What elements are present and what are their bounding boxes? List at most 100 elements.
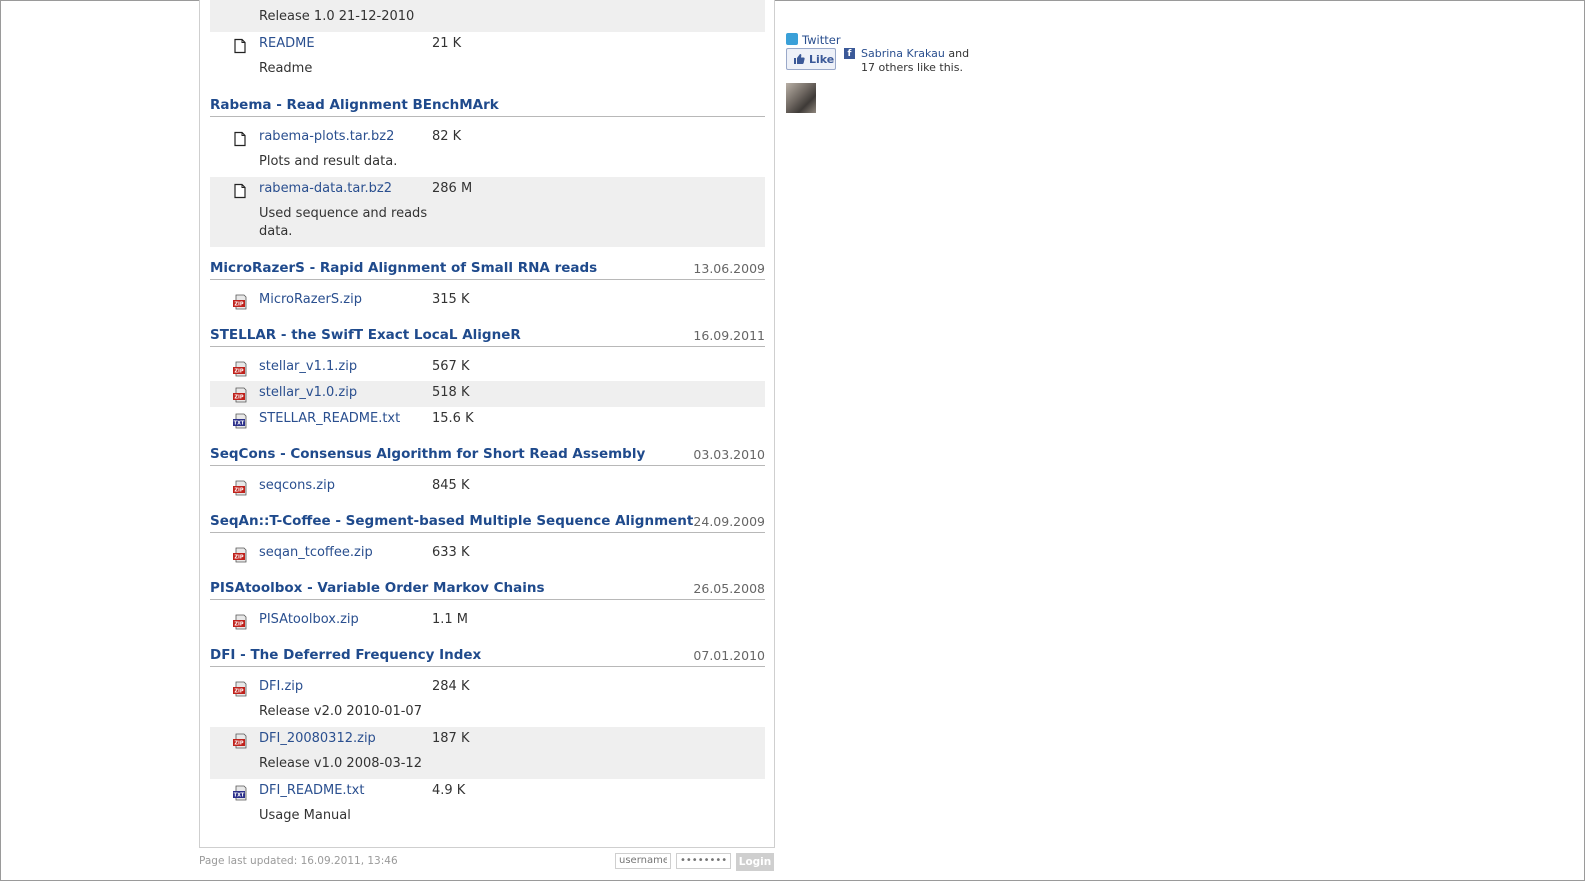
file-download-link[interactable]: rabema-data.tar.bz2 xyxy=(259,181,392,196)
section-header: DFI - The Deferred Frequency Index 07.01.… xyxy=(210,634,765,667)
svg-text:ZIP: ZIP xyxy=(234,302,243,308)
file-row: ZIP PISAtoolbox.zip 1.1 M xyxy=(210,608,765,634)
svg-text:ZIP: ZIP xyxy=(234,369,243,375)
file-download-link[interactable]: DFI.zip xyxy=(259,679,303,694)
file-row: ZIP seqcons.zip 845 K xyxy=(210,474,765,500)
file-size: 82 K xyxy=(432,129,462,144)
section-header: PISAtoolbox - Variable Order Markov Chai… xyxy=(210,567,765,600)
file-download-link[interactable]: stellar_v1.0.zip xyxy=(259,385,357,400)
svg-text:ZIP: ZIP xyxy=(234,488,243,494)
file-size: 187 K xyxy=(432,731,470,746)
file-download-link[interactable]: DFI_20080312.zip xyxy=(259,731,376,746)
file-description: Release 1.0 21-12-2010 xyxy=(259,9,415,24)
downloads-list: Release 1.0 21-12-2010 README 21 K Readme Ra… xyxy=(210,0,765,831)
file-line: ZIP DFI_20080312.zip 187 K xyxy=(210,727,765,753)
file-description: Release v1.0 2008-03-12 xyxy=(259,756,422,771)
section-title[interactable]: PISAtoolbox - Variable Order Markov Chai… xyxy=(210,580,545,596)
facebook-icon: f xyxy=(844,48,855,59)
file-download-link[interactable]: seqcons.zip xyxy=(259,478,335,493)
file-line: ZIP DFI.zip 284 K xyxy=(210,675,765,701)
file-size: 633 K xyxy=(432,545,470,560)
username-input[interactable] xyxy=(615,853,671,869)
thumbs-up-icon xyxy=(794,54,805,64)
svg-text:TXT: TXT xyxy=(234,793,245,799)
zip-icon: ZIP xyxy=(233,681,247,697)
section-header: SeqAn::T-Coffee - Segment-based Multiple… xyxy=(210,500,765,533)
file-line: ZIP seqcons.zip 845 K xyxy=(210,474,765,500)
file-row: ZIP seqan_tcoffee.zip 633 K xyxy=(210,541,765,567)
file-size: 286 M xyxy=(432,181,473,196)
section-header: STELLAR - the SwifT Exact LocaL AligneR 1… xyxy=(210,314,765,347)
zip-icon: ZIP xyxy=(233,361,247,377)
file-row: rabema-plots.tar.bz2 82 K Plots and result… xyxy=(210,125,765,177)
file-description: Used sequence and reads data. xyxy=(259,206,428,239)
file-download-link[interactable]: rabema-plots.tar.bz2 xyxy=(259,129,394,144)
facebook-like-text: Sabrina Krakau and 17 others like this. xyxy=(861,47,991,75)
svg-text:TXT: TXT xyxy=(234,421,245,427)
file-icon xyxy=(234,183,246,199)
file-download-link[interactable]: DFI_README.txt xyxy=(259,783,364,798)
file-size: 4.9 K xyxy=(432,783,466,798)
section-title[interactable]: DFI - The Deferred Frequency Index xyxy=(210,647,481,663)
file-size: 845 K xyxy=(432,478,470,493)
file-size: 15.6 K xyxy=(432,411,474,426)
svg-text:ZIP: ZIP xyxy=(234,689,243,695)
section-title[interactable]: STELLAR - the SwifT Exact LocaL AligneR xyxy=(210,327,521,343)
section-date: 03.03.2010 xyxy=(693,447,765,462)
file-download-link[interactable]: PISAtoolbox.zip xyxy=(259,612,359,627)
section-date: 26.05.2008 xyxy=(693,581,765,596)
facebook-like-button[interactable]: Like xyxy=(786,48,836,70)
file-row: ZIP MicroRazerS.zip 315 K xyxy=(210,288,765,314)
file-description: Release v2.0 2010-01-07 xyxy=(259,704,422,719)
svg-text:ZIP: ZIP xyxy=(234,395,243,401)
txt-icon: TXT xyxy=(233,785,247,801)
file-row: Release 1.0 21-12-2010 xyxy=(210,0,765,32)
file-size: 315 K xyxy=(432,292,470,307)
file-description: Readme xyxy=(259,61,313,76)
twitter-link[interactable]: Twitter xyxy=(802,33,841,47)
file-row: ZIP DFI.zip 284 K Release v2.0 2010-01-07 xyxy=(210,675,765,727)
file-download-link[interactable]: MicroRazerS.zip xyxy=(259,292,362,307)
facebook-friend-link[interactable]: Sabrina Krakau xyxy=(861,47,945,60)
password-input[interactable] xyxy=(676,853,731,869)
txt-icon: TXT xyxy=(233,413,247,429)
file-line: ZIP seqan_tcoffee.zip 633 K xyxy=(210,541,765,567)
file-line: TXT DFI_README.txt 4.9 K xyxy=(210,779,765,805)
section-date: 13.06.2009 xyxy=(693,261,765,276)
zip-icon: ZIP xyxy=(233,387,247,403)
file-description: Usage Manual xyxy=(259,808,351,823)
downloads-content-box: Release 1.0 21-12-2010 README 21 K Readme Ra… xyxy=(199,0,775,848)
file-line: ZIP PISAtoolbox.zip 1.1 M xyxy=(210,608,765,634)
file-line: rabema-plots.tar.bz2 82 K xyxy=(210,125,765,151)
section-title[interactable]: SeqCons - Consensus Algorithm for Short … xyxy=(210,446,645,462)
file-row: rabema-data.tar.bz2 286 M Used sequence an… xyxy=(210,177,765,247)
section-title[interactable]: SeqAn::T-Coffee - Segment-based Multiple… xyxy=(210,513,693,529)
login-button[interactable]: Login xyxy=(736,853,774,871)
zip-icon: ZIP xyxy=(233,614,247,630)
facebook-and-text: and xyxy=(944,47,970,60)
file-row: ZIP stellar_v1.0.zip 518 K xyxy=(210,381,765,407)
section-title[interactable]: MicroRazerS - Rapid Alignment of Small R… xyxy=(210,260,597,276)
file-row: README 21 K Readme xyxy=(210,32,765,84)
avatar[interactable] xyxy=(786,83,816,113)
file-line: rabema-data.tar.bz2 286 M xyxy=(210,177,765,203)
file-row: ZIP DFI_20080312.zip 187 K Release v1.0 200… xyxy=(210,727,765,779)
section-header: SeqCons - Consensus Algorithm for Short … xyxy=(210,433,765,466)
file-download-link[interactable]: STELLAR_README.txt xyxy=(259,411,400,426)
section-title[interactable]: Rabema - Read Alignment BEnchMArk xyxy=(210,97,499,113)
zip-icon: ZIP xyxy=(233,733,247,749)
file-download-link[interactable]: seqan_tcoffee.zip xyxy=(259,545,373,560)
file-size: 567 K xyxy=(432,359,470,374)
file-download-link[interactable]: stellar_v1.1.zip xyxy=(259,359,357,374)
file-download-link[interactable]: README xyxy=(259,36,315,51)
zip-icon: ZIP xyxy=(233,480,247,496)
section-date: 24.09.2009 xyxy=(693,514,765,529)
section-date: 16.09.2011 xyxy=(693,328,765,343)
file-line: ZIP stellar_v1.1.zip 567 K xyxy=(210,355,765,381)
